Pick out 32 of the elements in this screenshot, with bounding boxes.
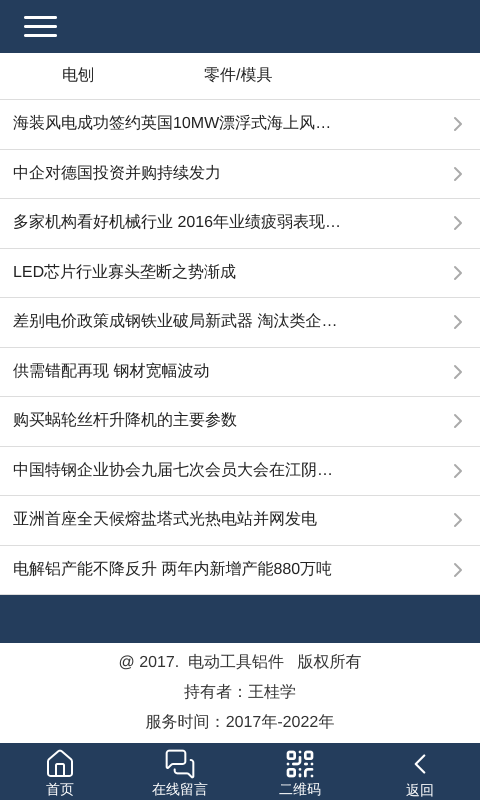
service-time-text: 服务时间：2017年-2022年 [146, 712, 334, 733]
menu-icon[interactable] [24, 16, 57, 37]
article-title: 海装风电成功签约英国10MW漂浮式海上风… [13, 114, 332, 134]
article-row[interactable]: 多家机构看好机械行业 2016年业绩疲弱表现… [0, 199, 480, 248]
article-title: 购买蜗轮丝杆升降机的主要参数 [13, 410, 237, 432]
article-title: 电解铝产能不降反升 两年内新增产能880万吨 [13, 560, 332, 580]
article-row[interactable]: LED芯片行业寡头垄断之势渐成 [0, 248, 480, 298]
category-tab[interactable]: 电刨 [62, 64, 94, 88]
nav-button[interactable]: 二维码 [240, 743, 360, 800]
article-title: 多家机构看好机械行业 2016年业绩疲弱表现… [13, 212, 342, 234]
article-row[interactable]: 购买蜗轮丝杆升降机的主要参数 [0, 397, 480, 446]
nav-button[interactable]: 首页 [0, 743, 120, 800]
article-row[interactable]: 差别电价政策成钢铁业破局新武器 淘汰类企… [0, 298, 480, 348]
article-row[interactable]: 亚洲首座全天候熔盐塔式光热电站并网发电 [0, 496, 480, 546]
home-icon [44, 748, 76, 780]
chat-bubbles-icon [164, 748, 196, 780]
nav-button[interactable]: 返回 [360, 743, 480, 800]
nav-button[interactable]: 在线留言 [120, 743, 240, 800]
article-title: 亚洲首座全天候熔盐塔式光热电站并网发电 [13, 510, 317, 530]
owner-text: 持有者：王桂学 [184, 682, 296, 703]
article-row[interactable]: 海装风电成功签约英国10MW漂浮式海上风… [0, 100, 480, 150]
article-row[interactable]: 供需错配再现 钢材宽幅波动 [0, 348, 480, 397]
article-row[interactable]: 中国特钢企业协会九届七次会员大会在江阴… [0, 446, 480, 496]
article-title: LED芯片行业寡头垄断之势渐成 [13, 262, 236, 283]
copyright-text: @ 2017. 电动工具铝件 版权所有 [118, 652, 362, 673]
article-title: 差别电价政策成钢铁业破局新武器 淘汰类企… [13, 312, 338, 332]
qr-code-icon [284, 748, 316, 780]
article-title: 中国特钢企业协会九届七次会员大会在江阴… [13, 460, 333, 481]
category-tab[interactable]: 零件/模具 [204, 64, 272, 88]
article-row[interactable]: 中企对德国投资并购持续发力 [0, 150, 480, 199]
article-title: 中企对德国投资并购持续发力 [13, 164, 221, 184]
article-title: 供需错配再现 钢材宽幅波动 [13, 362, 210, 382]
